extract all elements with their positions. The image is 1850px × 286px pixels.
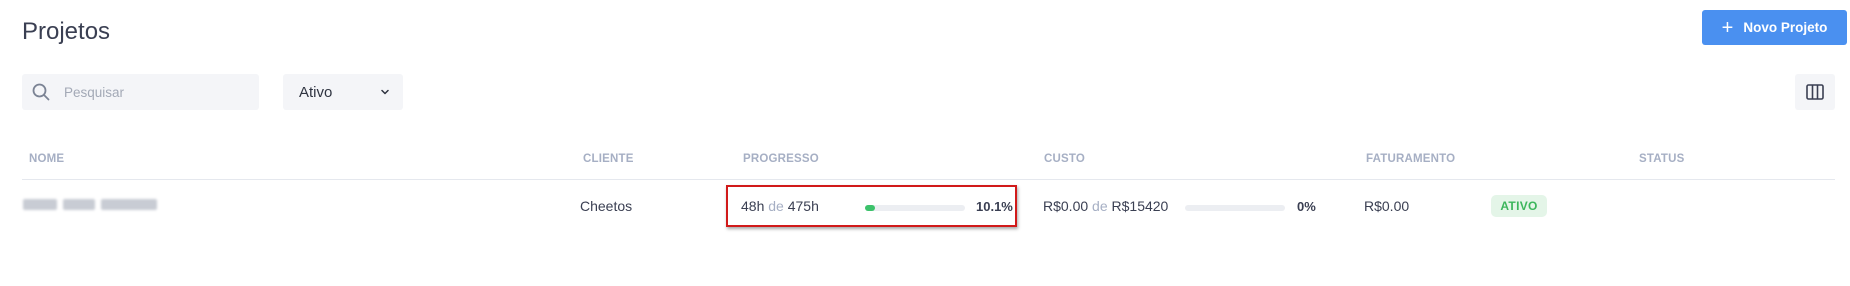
header-name[interactable]: NOME: [29, 153, 64, 165]
new-project-button[interactable]: + Novo Projeto: [1702, 10, 1847, 45]
status-badge: ATIVO: [1491, 195, 1547, 217]
client-name: Cheetos: [580, 198, 633, 214]
status-filter-select[interactable]: Ativo: [283, 74, 403, 110]
cost-bar: [1185, 205, 1285, 211]
billing-value: R$0.00: [1364, 198, 1410, 214]
progress-highlight-box: [726, 185, 1017, 227]
search-box[interactable]: [22, 74, 259, 110]
header-progress[interactable]: PROGRESSO: [743, 153, 819, 165]
cost-values: R$0.00 de R$15420: [1043, 198, 1168, 214]
columns-toggle-button[interactable]: [1795, 74, 1835, 110]
cost-used: R$0.00: [1043, 198, 1089, 214]
cost-total: R$15420: [1111, 198, 1169, 214]
page-title: Projetos: [22, 18, 111, 45]
header-client[interactable]: CLIENTE: [583, 153, 634, 165]
cost-separator: de: [1092, 198, 1108, 214]
search-input[interactable]: [64, 84, 244, 100]
header-cost[interactable]: CUSTO: [1044, 153, 1085, 165]
search-icon: [32, 83, 50, 101]
project-name-redacted[interactable]: [23, 199, 157, 210]
new-project-label: Novo Projeto: [1743, 20, 1828, 35]
header-billing[interactable]: FATURAMENTO: [1366, 153, 1455, 165]
header-status[interactable]: STATUS: [1639, 153, 1685, 165]
header-divider: [22, 179, 1835, 180]
chevron-down-icon: [381, 89, 389, 95]
plus-icon: +: [1721, 16, 1734, 39]
cost-percent: 0%: [1297, 199, 1316, 214]
columns-icon: [1806, 84, 1824, 100]
status-filter-value: Ativo: [299, 83, 333, 101]
